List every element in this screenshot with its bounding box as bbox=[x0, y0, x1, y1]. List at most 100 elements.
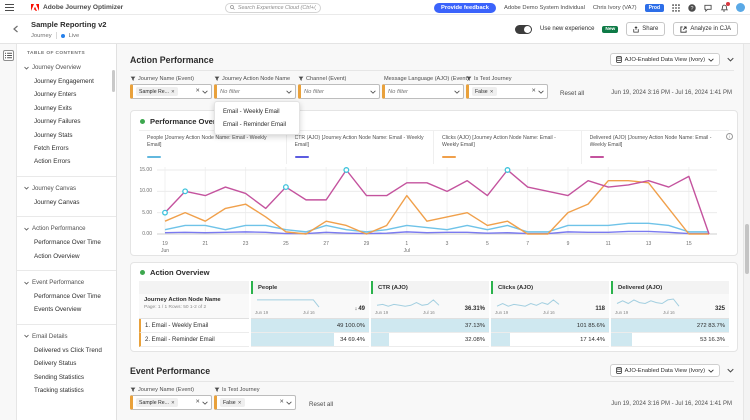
toc-item[interactable]: Performance Over Time bbox=[17, 236, 116, 249]
back-chevron-icon[interactable] bbox=[12, 25, 20, 33]
chip-close-icon[interactable]: ✕ bbox=[490, 89, 494, 95]
search-input[interactable]: Search Experience Cloud (Ctrl+/) bbox=[225, 3, 321, 13]
filter-combobox[interactable]: False✕ ✕ bbox=[214, 395, 296, 410]
use-new-experience-toggle[interactable] bbox=[515, 25, 532, 34]
toc-item[interactable]: Events Overview bbox=[17, 303, 116, 316]
toc-item[interactable]: Journey Exits bbox=[17, 102, 116, 115]
pagination-info[interactable]: Page: 1 / 1 Rows: 50 1-2 of 2 bbox=[144, 305, 249, 310]
collapse-section-icon[interactable] bbox=[727, 57, 734, 62]
filter-combobox[interactable]: No filter bbox=[298, 84, 380, 99]
toc-item[interactable]: Journey Engagement bbox=[17, 75, 116, 88]
dropdown-option[interactable]: Email - Weekly Email bbox=[215, 105, 299, 118]
chevron-down-icon[interactable] bbox=[202, 90, 208, 94]
date-range[interactable]: Jun 19, 2024 3:16 PM - Jul 16, 2024 1:41… bbox=[611, 90, 732, 96]
clear-filter-icon[interactable]: ✕ bbox=[531, 89, 536, 95]
toc-item[interactable]: Action Errors bbox=[17, 155, 116, 168]
filter-combobox[interactable]: No filter bbox=[382, 84, 464, 99]
column-header[interactable]: CTR (AJO) bbox=[371, 281, 489, 294]
chevron-down-icon[interactable] bbox=[286, 90, 292, 94]
app-switcher-icon[interactable] bbox=[672, 4, 680, 12]
legend-item[interactable]: People [Journey Action Node Name: Email … bbox=[139, 131, 287, 164]
toc-item[interactable]: Delivery Status bbox=[17, 357, 116, 370]
table-cell[interactable]: 49 100.0% bbox=[251, 319, 369, 333]
reset-all-link[interactable]: Reset all bbox=[309, 401, 333, 408]
table-cell[interactable]: 101 85.6% bbox=[491, 319, 609, 333]
help-icon[interactable]: ? bbox=[688, 4, 696, 12]
toc-item[interactable]: Action Overview bbox=[17, 250, 116, 263]
toc-section-journey-overview[interactable]: Journey Overview bbox=[24, 64, 116, 71]
chip-close-icon[interactable]: ✕ bbox=[238, 400, 242, 406]
table-row-label[interactable]: 1. Email - Weekly Email bbox=[139, 319, 249, 333]
chevron-down-icon[interactable] bbox=[202, 401, 208, 405]
analyze-in-cja-button[interactable]: Analyze in CJA bbox=[673, 22, 738, 36]
main-scrollbar[interactable] bbox=[743, 44, 750, 420]
column-header[interactable]: Delivered (AJO) bbox=[611, 281, 729, 294]
toc-item[interactable]: Journey Stats bbox=[17, 129, 116, 142]
filter-chip[interactable]: False✕ bbox=[472, 87, 497, 96]
collapse-section-icon[interactable] bbox=[727, 368, 734, 373]
toc-item[interactable]: Journey Failures bbox=[17, 115, 116, 128]
filter-chip[interactable]: Sample Re...✕ bbox=[136, 398, 178, 407]
clear-filter-icon[interactable]: ✕ bbox=[195, 400, 200, 406]
scrollbar-thumb[interactable] bbox=[745, 224, 749, 274]
x-tick-label: 19Jun bbox=[161, 241, 169, 254]
chevron-down-icon[interactable] bbox=[538, 90, 544, 94]
chevron-down-icon[interactable] bbox=[286, 401, 292, 405]
data-view-selector[interactable]: AJO-Enabled Data View (Ivory) bbox=[610, 364, 720, 377]
toc-item[interactable]: Journey Enters bbox=[17, 88, 116, 101]
chevron-down-icon[interactable] bbox=[370, 90, 376, 94]
menu-icon[interactable] bbox=[5, 4, 14, 11]
filter-chip[interactable]: Sample Re...✕ bbox=[136, 87, 178, 96]
filter-combobox[interactable]: Sample Re...✕ ✕ bbox=[130, 395, 212, 410]
toc-item[interactable]: Sending Statistics bbox=[17, 371, 116, 384]
filter-combobox[interactable]: No filter bbox=[214, 84, 296, 99]
toc-section-action-performance[interactable]: Action Performance bbox=[24, 225, 116, 232]
notifications-bell-icon[interactable] bbox=[720, 4, 728, 12]
toc-item[interactable]: Performance Over Time bbox=[17, 290, 116, 303]
toc-item[interactable]: Journey Canvas bbox=[17, 196, 116, 209]
reset-all-link[interactable]: Reset all bbox=[560, 90, 584, 97]
table-cell[interactable]: 272 83.7% bbox=[611, 319, 729, 333]
table-cell[interactable]: 53 16.3% bbox=[611, 333, 729, 347]
toc-section-journey-canvas[interactable]: Journey Canvas bbox=[24, 185, 116, 192]
table-cell[interactable]: 34 69.4% bbox=[251, 333, 369, 347]
filter-combobox[interactable]: Sample Re...✕ ✕ bbox=[130, 84, 212, 99]
clear-filter-icon[interactable]: ✕ bbox=[195, 89, 200, 95]
filter-chip[interactable]: False✕ bbox=[220, 398, 245, 407]
row-dimension-header[interactable]: Journey Action Node Name Page: 1 / 1 Row… bbox=[139, 294, 249, 319]
legend-item[interactable]: Clicks (AJO) [Journey Action Node Name: … bbox=[434, 131, 582, 164]
column-header[interactable]: Clicks (AJO) bbox=[491, 281, 609, 294]
env-badge[interactable]: Prod bbox=[645, 4, 664, 12]
toc-section-event-performance[interactable]: Event Performance bbox=[24, 279, 116, 286]
user-avatar[interactable] bbox=[736, 3, 745, 12]
org-name[interactable]: Adobe Demo System Individual bbox=[504, 5, 585, 11]
legend-item[interactable]: CTR (AJO) [Journey Action Node Name: Ema… bbox=[287, 131, 435, 164]
user-name[interactable]: Chris Ivory (VA7) bbox=[593, 5, 637, 11]
toc-toggle-button[interactable] bbox=[3, 50, 14, 61]
column-header[interactable]: People bbox=[251, 281, 369, 294]
data-view-selector[interactable]: AJO-Enabled Data View (Ivory) bbox=[610, 53, 720, 66]
toc-item[interactable]: Delivered vs Click Trend bbox=[17, 344, 116, 357]
feedback-chat-icon[interactable] bbox=[704, 4, 712, 12]
table-cell[interactable]: 32.08% bbox=[371, 333, 489, 347]
table-row-label[interactable]: 2. Email - Reminder Email bbox=[139, 333, 249, 347]
dropdown-option[interactable]: Email - Reminder Email bbox=[215, 118, 299, 131]
share-button[interactable]: Share bbox=[626, 22, 665, 36]
filter-combobox[interactable]: False✕ ✕ bbox=[466, 84, 548, 99]
chip-close-icon[interactable]: ✕ bbox=[171, 89, 175, 95]
toc-scrollbar[interactable] bbox=[112, 70, 115, 92]
toc-item[interactable]: Tracking statistics bbox=[17, 384, 116, 397]
toc-section-email-details[interactable]: Email Details bbox=[24, 333, 116, 340]
sort-desc-icon[interactable]: ↓ bbox=[355, 306, 358, 312]
date-range[interactable]: Jun 19, 2024 3:16 PM - Jul 16, 2024 1:41… bbox=[611, 401, 732, 407]
table-cell[interactable]: 17 14.4% bbox=[491, 333, 609, 347]
chip-close-icon[interactable]: ✕ bbox=[171, 400, 175, 406]
table-cell[interactable]: 37.13% bbox=[371, 319, 489, 333]
legend-item[interactable]: Delivered (AJO) [Journey Action Node Nam… bbox=[582, 131, 730, 164]
line-chart[interactable] bbox=[157, 164, 717, 240]
section-title: Action Performance bbox=[130, 55, 214, 65]
toc-item[interactable]: Fetch Errors bbox=[17, 142, 116, 155]
clear-filter-icon[interactable]: ✕ bbox=[279, 400, 284, 406]
provide-feedback-button[interactable]: Provide feedback bbox=[434, 3, 496, 13]
chevron-down-icon[interactable] bbox=[454, 90, 460, 94]
